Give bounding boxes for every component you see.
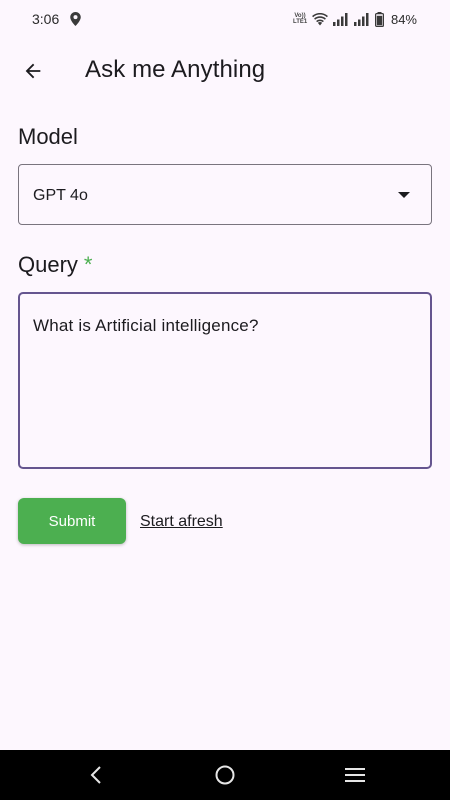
- model-label: Model: [18, 124, 78, 149]
- battery-percent: 84%: [390, 11, 417, 27]
- query-input-value: What is Artificial intelligence?: [33, 316, 259, 335]
- query-label-text: Query: [18, 252, 78, 277]
- submit-button[interactable]: Submit: [18, 498, 126, 544]
- status-icons: Vo)) LTE1 84%: [293, 10, 417, 28]
- page-title: Ask me Anything: [85, 56, 266, 83]
- back-icon: [90, 766, 101, 784]
- system-nav-bar: [0, 750, 450, 800]
- nav-recents-button[interactable]: [342, 762, 368, 788]
- back-button[interactable]: [12, 50, 54, 92]
- dropdown-arrow-icon: [398, 192, 410, 198]
- model-selected-value: GPT 4o: [33, 187, 88, 204]
- signal-icon-2: [353, 12, 369, 26]
- start-afresh-link[interactable]: Start afresh: [140, 513, 223, 531]
- model-dropdown[interactable]: GPT 4o: [18, 164, 432, 225]
- battery-icon: [374, 11, 384, 27]
- signal-icon-1: [332, 12, 348, 26]
- location-icon: [70, 12, 81, 26]
- arrow-back-icon: [25, 63, 41, 79]
- query-input[interactable]: What is Artificial intelligence?: [18, 292, 432, 469]
- required-marker: *: [83, 252, 93, 277]
- status-bar: 3:06 Vo)) LTE1 84%: [0, 0, 450, 38]
- app-bar: Ask me Anything: [0, 38, 450, 102]
- nav-home-button[interactable]: [212, 762, 238, 788]
- recents-icon: [345, 768, 365, 782]
- screen: 3:06 Vo)) LTE1 84% Ask me Anything Model…: [0, 0, 450, 800]
- status-time: 3:06: [32, 11, 60, 27]
- wifi-icon: [312, 12, 328, 25]
- volte-icon: Vo)) LTE1: [292, 13, 308, 25]
- home-icon: [215, 765, 235, 785]
- query-label: Query *: [18, 252, 92, 278]
- nav-back-button[interactable]: [83, 762, 109, 788]
